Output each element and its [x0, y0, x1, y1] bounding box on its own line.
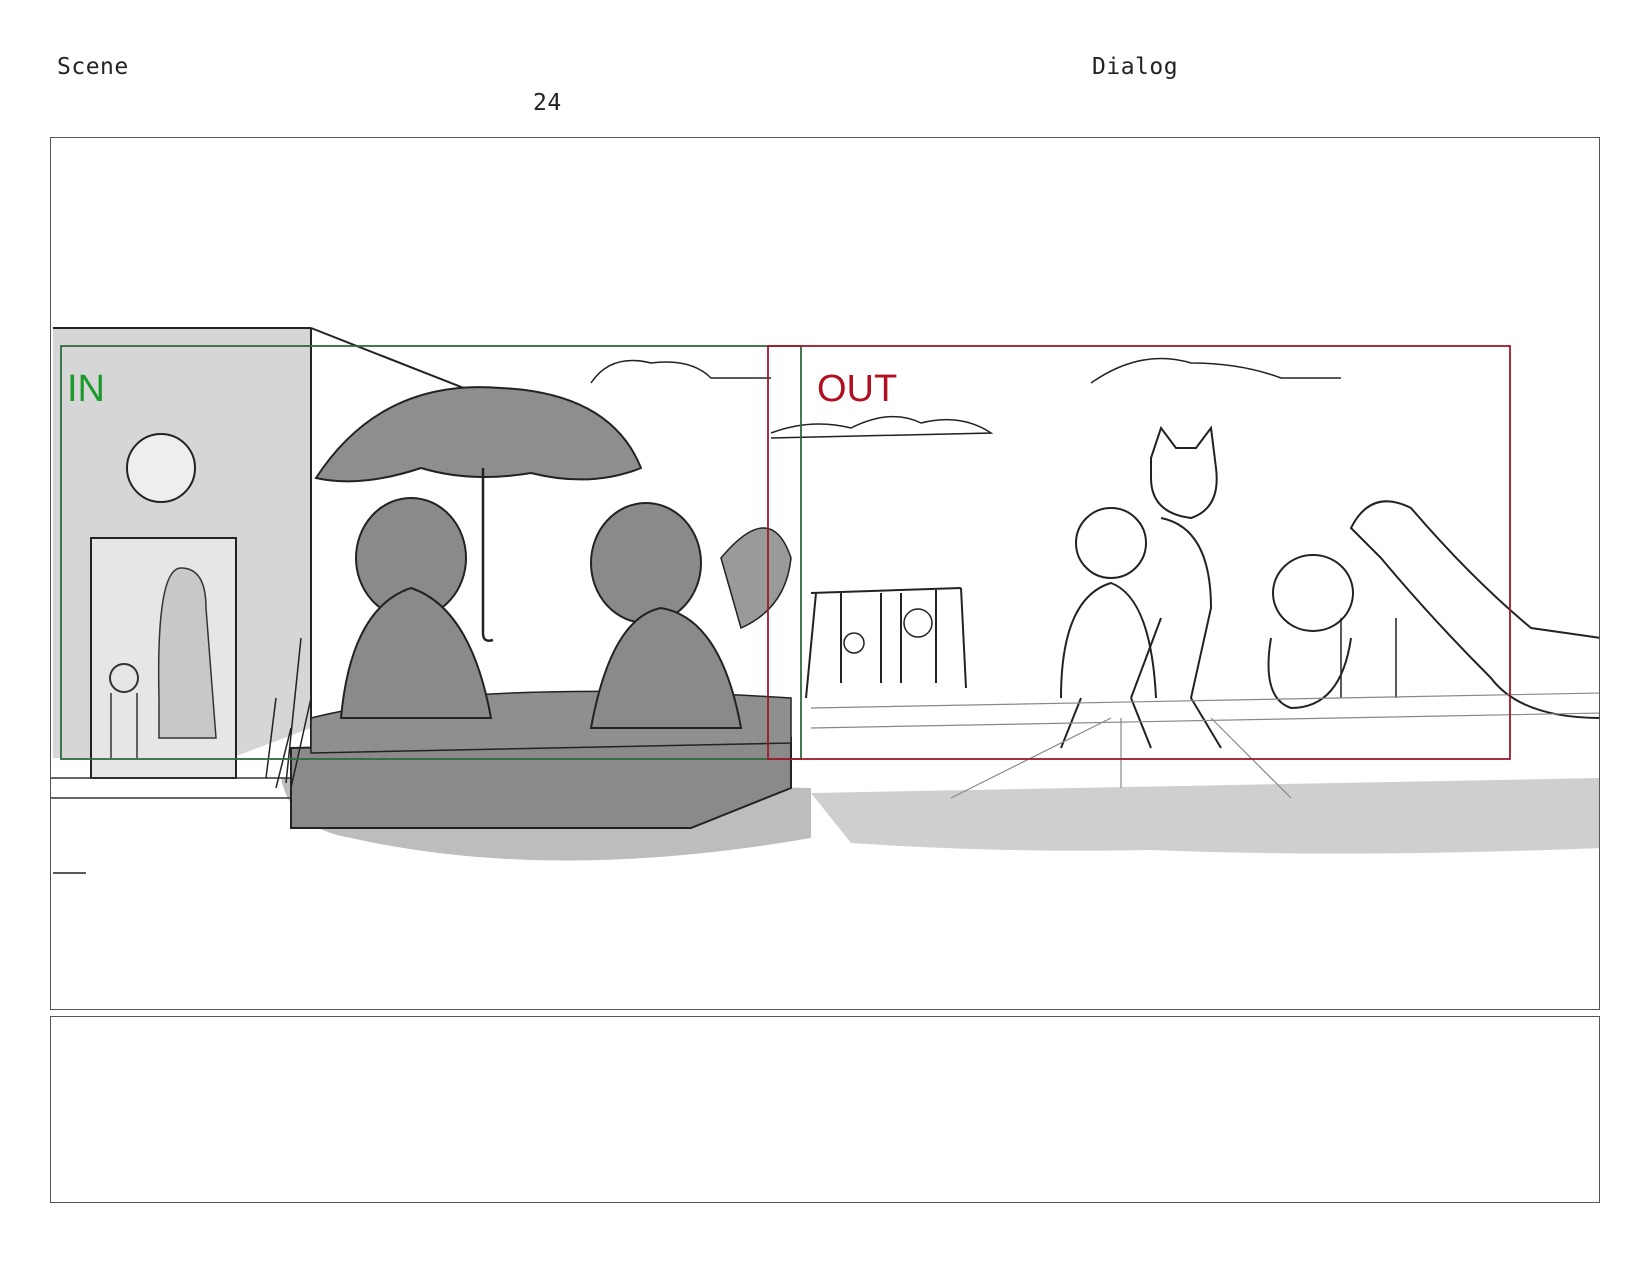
cloud-left	[590, 359, 771, 384]
kid-right-hair	[720, 527, 792, 630]
in-frame-label: IN	[67, 368, 105, 410]
scene-number: 24	[533, 90, 562, 116]
scene-label: Scene	[57, 54, 129, 80]
swing-kid-2	[903, 608, 933, 638]
kid-left-body	[339, 586, 493, 719]
storyboard-sketch	[51, 327, 1599, 874]
umbrella-pole	[481, 468, 494, 642]
kid-right-head	[590, 502, 702, 624]
kid-right-body	[589, 606, 743, 729]
slide-ladder	[1340, 618, 1397, 698]
swing-kid-1	[843, 632, 865, 654]
storyboard-panel: IN OUT	[50, 137, 1600, 1010]
dialog-notes-box	[50, 1016, 1600, 1203]
ground-shadow	[811, 778, 1599, 854]
round-window	[126, 433, 196, 503]
cloud-right	[1090, 357, 1341, 384]
out-frame-label: OUT	[817, 368, 898, 410]
cat-kid-head	[1150, 425, 1218, 520]
tube-slide	[1349, 500, 1599, 719]
cloud-middle	[770, 415, 994, 439]
dialog-label: Dialog	[1092, 54, 1179, 80]
umbrella-canopy	[314, 386, 643, 483]
ground-lines-left	[51, 777, 311, 799]
walking-kid-head	[1075, 507, 1147, 579]
swing-set	[805, 587, 967, 699]
